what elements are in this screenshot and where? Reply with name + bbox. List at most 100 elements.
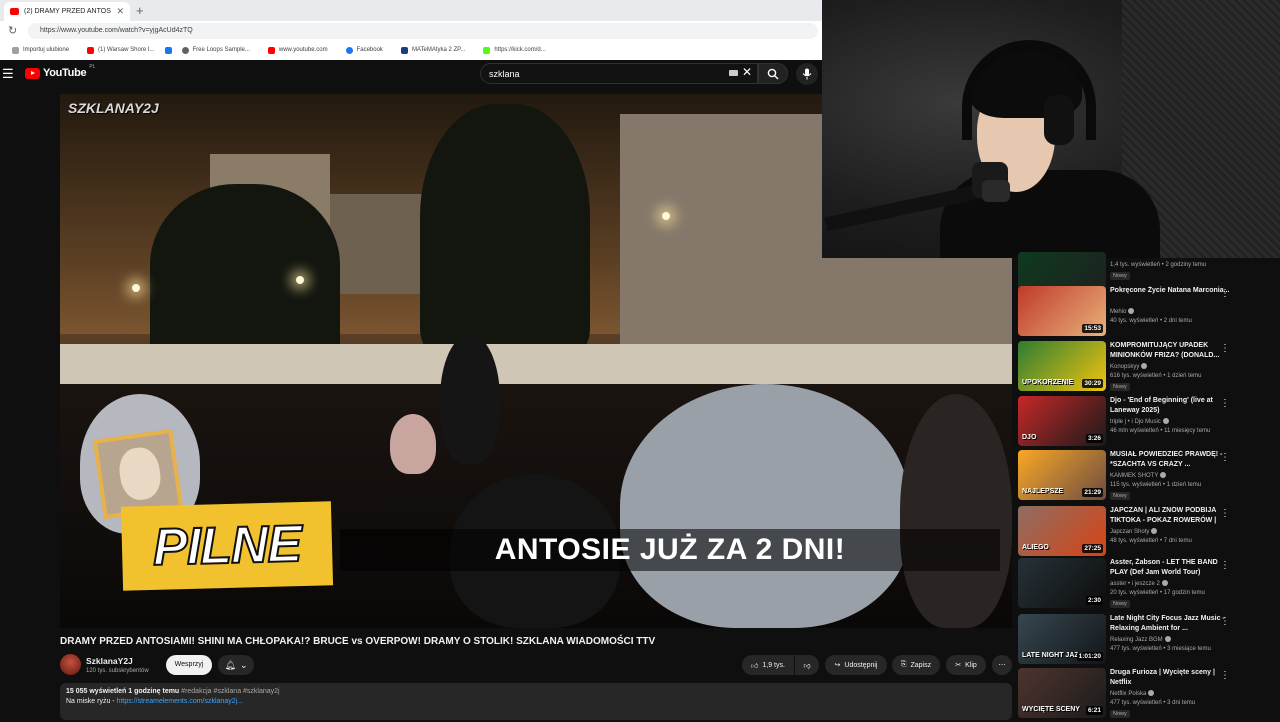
recommendation-card[interactable]: LATE NIGHT JAZZ 1:01:20 Late Night City Fo… xyxy=(1018,614,1258,668)
keyboard-icon[interactable] xyxy=(729,70,738,76)
document-icon xyxy=(400,46,408,54)
share-button[interactable]: ↪ Udostępnij xyxy=(825,655,887,675)
more-vertical-icon[interactable]: ⋮ xyxy=(1220,398,1230,409)
verified-icon xyxy=(1161,580,1168,586)
description-box[interactable]: 15 055 wyświetleń 1 godzinę temu #redakc… xyxy=(60,683,1012,720)
recommendation-channel[interactable]: Relaxing Jazz BGM xyxy=(1110,636,1171,643)
new-tab-button[interactable]: + xyxy=(136,3,144,18)
video-duration: 27:25 xyxy=(1082,544,1103,553)
bookmark-item[interactable]: Facebook xyxy=(345,46,383,54)
recommendation-card[interactable]: UPOKORZENIE 30:29 KOMPROMITUJĄCY UPADEK MI… xyxy=(1018,341,1258,395)
more-actions-button[interactable]: ⋯ xyxy=(992,655,1012,675)
youtube-logo[interactable]: YouTube PL xyxy=(25,64,95,79)
recommendation-meta: 20 tys. wyświetleń • 17 godzin temu xyxy=(1110,590,1205,596)
recommendation-title[interactable]: JAPCZAN | ALI ZNÓW PODBIJA TIKTOKA - POK… xyxy=(1110,506,1230,525)
verified-icon xyxy=(1148,690,1155,696)
recommendation-channel[interactable]: Netflix Polska xyxy=(1110,690,1155,697)
more-vertical-icon[interactable]: ⋮ xyxy=(1220,670,1230,681)
bookmark-item[interactable]: Free Loops Sample... xyxy=(181,46,250,54)
recommendation-card[interactable]: WYCIĘTE SCENY 6:21 Druga Furioza | Wycięte… xyxy=(1018,668,1258,722)
clip-label: Klip xyxy=(965,661,977,669)
search-input[interactable]: szklana xyxy=(480,63,758,84)
save-button[interactable]: ⎘ Zapisz xyxy=(892,655,940,675)
more-vertical-icon[interactable]: ⋮ xyxy=(1220,452,1230,463)
bookmark-item[interactable]: www.youtube.com xyxy=(267,46,328,54)
channel-label: Mehio xyxy=(1110,309,1127,315)
thumbs-down-icon: 👎︎ xyxy=(803,662,811,670)
bookmark-item[interactable]: MATeMAtyka 2 ZP... xyxy=(400,46,466,54)
recommendation-card[interactable]: NAJLEPSZE 21:29 MUSIAŁ POWIEDZIEĆ PRAWDĘ! … xyxy=(1018,450,1258,504)
voice-search-button[interactable] xyxy=(796,63,818,85)
clear-search-icon[interactable]: ✕ xyxy=(742,65,752,79)
recommendation-card[interactable]: 2:30 Asster, Żabson - LET THE BAND PLAY (… xyxy=(1018,558,1258,612)
subscriber-count: 120 tys. subskrybentów xyxy=(86,668,149,674)
dislike-button[interactable]: 👎︎ xyxy=(795,655,819,675)
recommendation-title[interactable]: Pokręcone Życie Natana Marconia... xyxy=(1110,286,1230,296)
browser-tab[interactable]: (2) DRAMY PRZED ANTOSIAMI! SHI ✕ xyxy=(4,2,130,21)
microphone-mount xyxy=(982,180,1010,202)
video-scene-tree xyxy=(420,104,590,354)
video-thumbnail[interactable]: DJO 3:26 xyxy=(1018,396,1106,446)
more-vertical-icon[interactable]: ⋮ xyxy=(1220,616,1230,627)
recommendation-channel[interactable]: triple j • i Djo Music xyxy=(1110,418,1169,425)
thumbnail-text: ALIEGO xyxy=(1022,544,1049,551)
channel-label: Relaxing Jazz BGM xyxy=(1110,637,1163,643)
new-badge: Nowy xyxy=(1110,383,1130,391)
bookmark-label: MATeMAtyka 2 ZP... xyxy=(411,47,466,53)
video-thumbnail[interactable]: WYCIĘTE SCENY 6:21 xyxy=(1018,668,1106,718)
recommendation-card[interactable]: DJO 3:26 Djo - 'End of Beginning' (live at… xyxy=(1018,396,1258,450)
more-vertical-icon[interactable]: ⋮ xyxy=(1220,343,1230,354)
video-thumbnail[interactable]: LATE NIGHT JAZZ 1:01:20 xyxy=(1018,614,1106,664)
video-scene-lamp xyxy=(296,276,304,284)
channel-avatar[interactable] xyxy=(60,654,81,675)
channel-label: Japczan Shoty xyxy=(1110,529,1150,535)
like-button[interactable]: 👍︎ 1,9 tys. xyxy=(742,655,794,675)
bookmark-item[interactable]: Importuj ulubione xyxy=(12,46,69,54)
bookmark-item[interactable] xyxy=(164,46,172,54)
recommendation-card[interactable]: 15:53 Pokręcone Życie Natana Marconia... M… xyxy=(1018,286,1258,340)
video-thumbnail[interactable]: UPOKORZENIE 30:29 xyxy=(1018,341,1106,391)
video-thumbnail[interactable]: NAJLEPSZE 21:29 xyxy=(1018,450,1106,500)
recommendation-title[interactable]: Djo - 'End of Beginning' (live at Lanewa… xyxy=(1110,396,1230,415)
video-scene-person xyxy=(900,394,1012,628)
scissors-icon: ✂ xyxy=(955,662,962,669)
channel-label: triple j • i Djo Music xyxy=(1110,419,1161,425)
recommendation-channel[interactable]: KAMMEK SHOTY xyxy=(1110,472,1167,479)
video-thumbnail[interactable]: 15:53 xyxy=(1018,286,1106,336)
recommendation-card[interactable]: ALIEGO 27:25 JAPCZAN | ALI ZNÓW PODBIJA TI… xyxy=(1018,506,1258,560)
video-scene-tree xyxy=(150,184,340,364)
description-link[interactable]: https://streamelements.com/szklanay2j... xyxy=(117,698,243,705)
facebook-icon xyxy=(164,46,172,54)
join-button[interactable]: Wesprzyj xyxy=(166,655,212,675)
hashtags[interactable]: #redakcja #szklana #szklanay2j xyxy=(181,688,279,695)
more-vertical-icon[interactable]: ⋮ xyxy=(1220,508,1230,519)
clip-button[interactable]: ✂ Klip xyxy=(946,655,986,675)
recommendation-title[interactable]: Asster, Żabson - LET THE BAND PLAY (Def … xyxy=(1110,558,1230,577)
recommendation-channel[interactable]: Japczan Shoty xyxy=(1110,528,1158,535)
recommendation-title[interactable]: MUSIAŁ POWIEDZIEĆ PRAWDĘ! - *SZACHTA VS … xyxy=(1110,450,1230,469)
hamburger-menu-icon[interactable]: ☰ xyxy=(2,66,14,82)
bookmark-item[interactable]: https://kick.com/d... xyxy=(483,46,546,54)
video-thumbnail[interactable]: ALIEGO 27:25 xyxy=(1018,506,1106,556)
channel-label: KAMMEK SHOTY xyxy=(1110,473,1159,479)
subscription-bell-button[interactable]: 🔔︎ ⌄ xyxy=(218,655,254,675)
recommendation-title[interactable]: Druga Furioza | Wycięte sceny | Netflix xyxy=(1110,668,1230,687)
recommendation-channel[interactable]: Konopskyy xyxy=(1110,363,1148,370)
save-label: Zapisz xyxy=(910,661,932,669)
recommendation-channel[interactable]: Mehio xyxy=(1110,308,1135,315)
video-duration: 15:53 xyxy=(1082,324,1103,333)
recommendation-title[interactable]: KOMPROMITUJĄCY UPADEK MINIONKÓW FRIZA? (… xyxy=(1110,341,1230,360)
channel-name[interactable]: SzklanaY2J xyxy=(86,656,133,666)
more-vertical-icon[interactable]: ⋮ xyxy=(1220,560,1230,571)
close-tab-icon[interactable]: ✕ xyxy=(116,6,124,17)
video-thumbnail[interactable]: 2:30 xyxy=(1018,558,1106,608)
search-button[interactable] xyxy=(758,63,788,84)
recommendation-channel[interactable]: asster • i jeszcze 2 xyxy=(1110,580,1168,587)
description-stats-line: 15 055 wyświetleń 1 godzinę temu #redakc… xyxy=(66,688,1006,695)
bookmark-item[interactable]: (1) Warsaw Shore I... xyxy=(87,46,155,54)
reload-icon[interactable]: ↻ xyxy=(8,24,17,37)
more-vertical-icon[interactable]: ⋮ xyxy=(1220,288,1230,299)
recommendation-title[interactable]: Late Night City Focus Jazz Music - Relax… xyxy=(1110,614,1230,633)
address-bar[interactable]: https://www.youtube.com/watch?v=yjgAcUd4… xyxy=(28,23,818,39)
urgent-badge-text: PILNE xyxy=(151,514,303,578)
